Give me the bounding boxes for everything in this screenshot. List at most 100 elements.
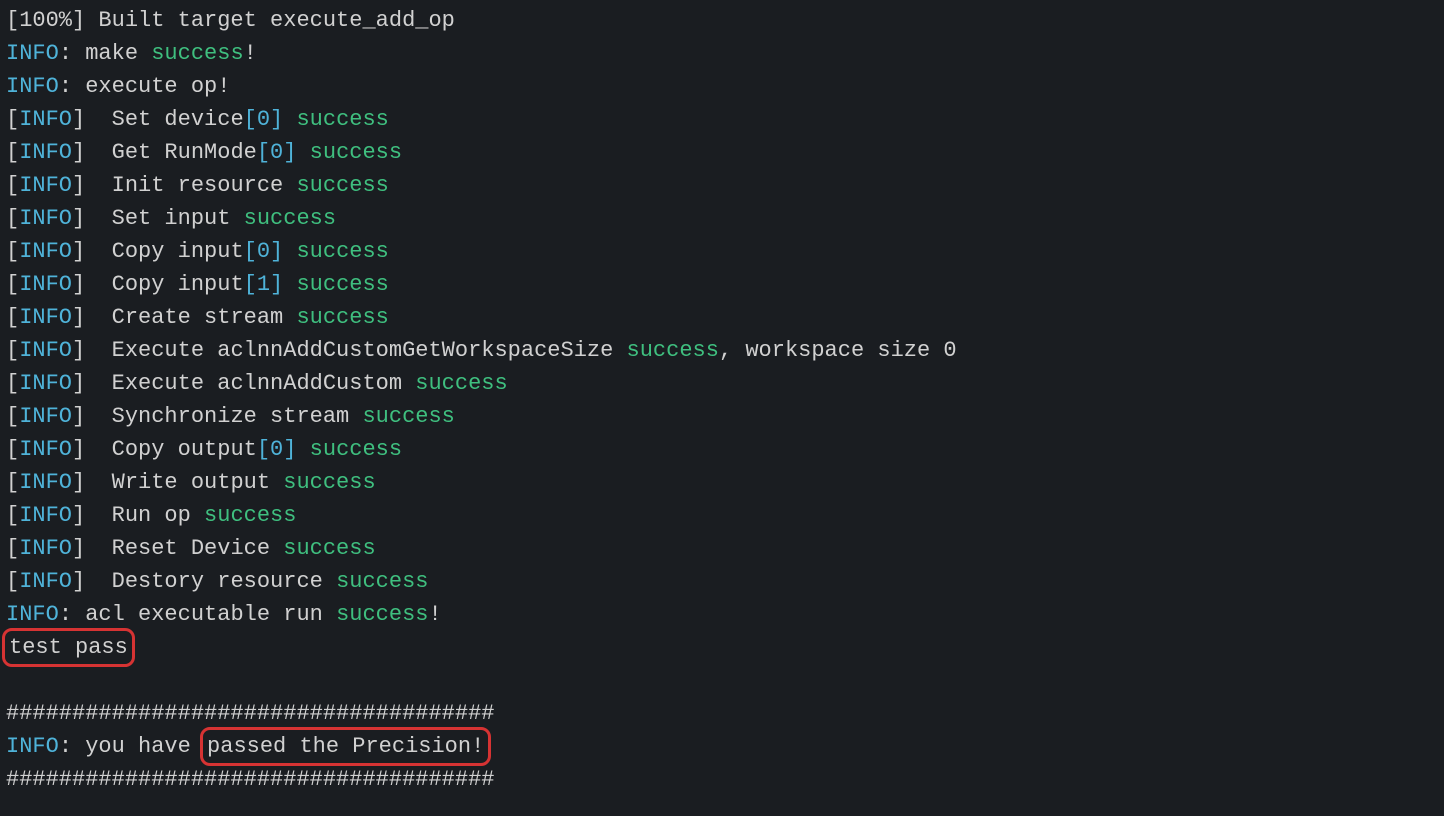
- terminal-text: success: [627, 338, 719, 363]
- test-pass-highlight: test pass: [2, 628, 135, 667]
- terminal-line: [INFO] Synchronize stream success: [6, 400, 1438, 433]
- terminal-text: INFO: [19, 371, 72, 396]
- terminal-text: [1]: [244, 272, 284, 297]
- terminal-text: success: [283, 470, 375, 495]
- terminal-text: ] Init resource: [72, 173, 296, 198]
- terminal-text: INFO: [6, 74, 59, 99]
- terminal-text: INFO: [19, 569, 72, 594]
- terminal-text: ] Destory resource: [72, 569, 336, 594]
- terminal-line: #####################################: [6, 697, 1438, 730]
- terminal-text: !: [428, 602, 441, 627]
- terminal-text: ] Write output: [72, 470, 283, 495]
- terminal-line: INFO: make success!: [6, 37, 1438, 70]
- terminal-text: success: [336, 602, 428, 627]
- terminal-text: success: [415, 371, 507, 396]
- terminal-text: ] Copy output: [72, 437, 257, 462]
- terminal-text: [: [6, 305, 19, 330]
- terminal-text: [: [6, 371, 19, 396]
- terminal-line: [INFO] Get RunMode[0] success: [6, 136, 1438, 169]
- terminal-line: [INFO] Run op success: [6, 499, 1438, 532]
- terminal-text: INFO: [19, 272, 72, 297]
- terminal-text: ] Get RunMode: [72, 140, 257, 165]
- terminal-text: [: [6, 503, 19, 528]
- terminal-line: [100%] Built target execute_add_op: [6, 4, 1438, 37]
- terminal-text: [: [6, 140, 19, 165]
- terminal-line: INFO: you have passed the Precision!: [6, 730, 1438, 763]
- terminal-text: [0]: [244, 107, 284, 132]
- terminal-text: [: [6, 272, 19, 297]
- terminal-text: [: [6, 536, 19, 561]
- terminal-text: success: [151, 41, 243, 66]
- terminal-text: ] Execute aclnnAddCustom: [72, 371, 415, 396]
- terminal-text: ] Run op: [72, 503, 204, 528]
- terminal-text: INFO: [19, 404, 72, 429]
- terminal-text: ] Set input: [72, 206, 244, 231]
- terminal-text: [: [6, 569, 19, 594]
- terminal-text: #####################################: [6, 701, 494, 726]
- terminal-text: INFO: [19, 503, 72, 528]
- terminal-text: [0]: [257, 437, 297, 462]
- terminal-text: INFO: [19, 305, 72, 330]
- terminal-line: [6, 664, 1438, 697]
- terminal-text: [: [6, 437, 19, 462]
- terminal-line: INFO: execute op!: [6, 70, 1438, 103]
- terminal-text: [283, 239, 296, 264]
- terminal-text: ] Reset Device: [72, 536, 283, 561]
- terminal-line: INFO: acl executable run success!: [6, 598, 1438, 631]
- terminal-text: [: [6, 470, 19, 495]
- terminal-text: success: [296, 305, 388, 330]
- terminal-text: [: [6, 338, 19, 363]
- terminal-text: test pass: [9, 635, 128, 660]
- terminal-line: [INFO] Execute aclnnAddCustom success: [6, 367, 1438, 400]
- terminal-text: [296, 140, 309, 165]
- terminal-text: INFO: [6, 602, 59, 627]
- terminal-text: success: [296, 173, 388, 198]
- terminal-line: [INFO] Copy input[1] success: [6, 268, 1438, 301]
- terminal-text: success: [310, 140, 402, 165]
- terminal-text: passed the Precision!: [207, 734, 484, 759]
- terminal-text: INFO: [19, 173, 72, 198]
- terminal-text: [100%] Built target execute_add_op: [6, 8, 455, 33]
- terminal-text: [: [6, 404, 19, 429]
- terminal-line: [INFO] Copy input[0] success: [6, 235, 1438, 268]
- terminal-text: INFO: [19, 107, 72, 132]
- terminal-text: [296, 437, 309, 462]
- terminal-text: [: [6, 239, 19, 264]
- terminal-text: INFO: [6, 734, 59, 759]
- terminal-line: [INFO] Create stream success: [6, 301, 1438, 334]
- terminal-text: success: [244, 206, 336, 231]
- terminal-text: [283, 107, 296, 132]
- terminal-line: [INFO] Copy output[0] success: [6, 433, 1438, 466]
- terminal-text: INFO: [19, 338, 72, 363]
- terminal-text: ] Synchronize stream: [72, 404, 362, 429]
- terminal-text: ] Create stream: [72, 305, 296, 330]
- terminal-text: ] Set device: [72, 107, 244, 132]
- terminal-line: [INFO] Write output success: [6, 466, 1438, 499]
- terminal-text: success: [296, 239, 388, 264]
- terminal-text: : execute op!: [59, 74, 231, 99]
- terminal-text: INFO: [19, 536, 72, 561]
- terminal-text: INFO: [19, 140, 72, 165]
- terminal-text: : you have: [59, 734, 204, 759]
- terminal-text: INFO: [6, 41, 59, 66]
- terminal-text: success: [362, 404, 454, 429]
- terminal-text: success: [296, 107, 388, 132]
- terminal-line: [INFO] Set device[0] success: [6, 103, 1438, 136]
- terminal-line: [INFO] Destory resource success: [6, 565, 1438, 598]
- terminal-text: ] Execute aclnnAddCustomGetWorkspaceSize: [72, 338, 627, 363]
- terminal-text: [: [6, 107, 19, 132]
- terminal-text: [0]: [244, 239, 284, 264]
- terminal-text: INFO: [19, 437, 72, 462]
- terminal-text: [283, 272, 296, 297]
- terminal-line: test pass: [6, 631, 1438, 664]
- precision-highlight: passed the Precision!: [200, 727, 491, 766]
- terminal-text: [: [6, 173, 19, 198]
- terminal-text: INFO: [19, 239, 72, 264]
- terminal-text: : acl executable run: [59, 602, 336, 627]
- terminal-text: success: [204, 503, 296, 528]
- terminal-line: [INFO] Execute aclnnAddCustomGetWorkspac…: [6, 334, 1438, 367]
- terminal-text: ] Copy input: [72, 272, 244, 297]
- terminal-text: [: [6, 206, 19, 231]
- terminal-text: success: [296, 272, 388, 297]
- terminal-text: success: [310, 437, 402, 462]
